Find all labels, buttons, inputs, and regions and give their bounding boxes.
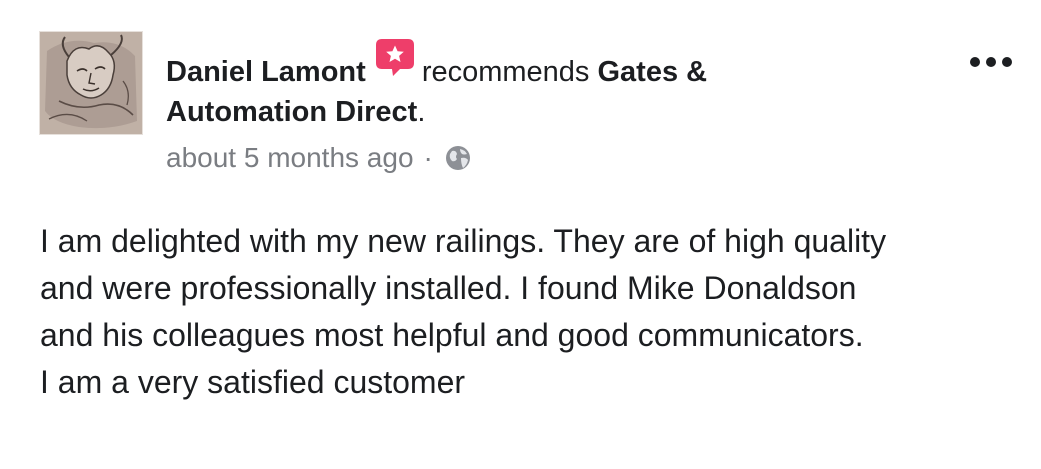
more-options-button[interactable] <box>967 52 1015 72</box>
page-name-link-part1[interactable]: Gates & <box>598 56 708 88</box>
review-text: I am delighted with my new railings. The… <box>40 223 887 400</box>
review-post: Daniel Lamont recommends Gates & Automati… <box>0 0 1041 469</box>
avatar-image <box>39 31 143 135</box>
ellipsis-icon-dot <box>1002 57 1012 67</box>
recommends-text: recommends <box>421 56 590 88</box>
headline-period: . <box>417 96 426 128</box>
post-meta: about 5 months ago · <box>166 140 866 176</box>
ellipsis-icon-dot <box>986 57 996 67</box>
ellipsis-icon-dot <box>970 57 980 67</box>
page-name-link-part2[interactable]: Automation Direct <box>166 96 417 128</box>
post-timestamp[interactable]: about 5 months ago <box>166 140 414 176</box>
post-header: Daniel Lamont recommends Gates & Automati… <box>166 39 866 176</box>
author-name-link[interactable]: Daniel Lamont <box>166 56 366 88</box>
author-avatar[interactable] <box>39 31 143 135</box>
meta-separator: · <box>423 142 433 173</box>
recommendation-badge-icon <box>374 36 416 78</box>
post-headline: Daniel Lamont recommends Gates & Automati… <box>166 39 866 132</box>
globe-icon[interactable] <box>443 143 473 173</box>
